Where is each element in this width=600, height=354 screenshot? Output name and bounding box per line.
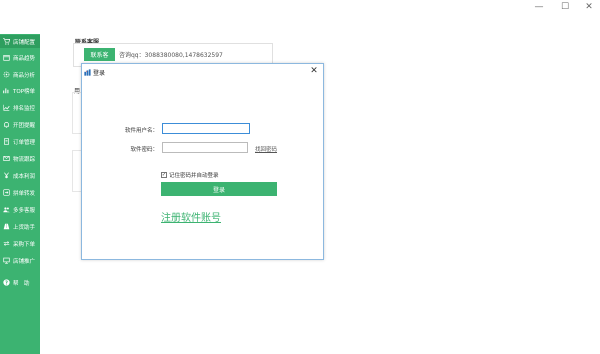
document-icon — [3, 138, 10, 145]
maximize-button[interactable]: ☐ — [552, 0, 578, 14]
sidebar-item-product-analysis[interactable]: 商品分析 — [0, 68, 40, 81]
sidebar-item-help[interactable]: ? 帮 助 — [0, 276, 40, 289]
sidebar-item-customer-service[interactable]: 多多客服 — [0, 203, 40, 216]
contact-button[interactable]: 联系客 — [84, 48, 115, 61]
gear-icon — [3, 71, 10, 78]
yen-icon — [3, 172, 10, 179]
users-icon — [3, 206, 10, 213]
sidebar-item-store-promotion[interactable]: 店铺推广 — [0, 254, 40, 267]
window-controls: — ☐ ✕ — [526, 0, 600, 14]
sidebar-item-forward[interactable]: 拼单转发 — [0, 186, 40, 199]
forgot-password-link[interactable]: 找回密码 — [255, 145, 277, 153]
password-label: 软件密码： — [130, 147, 158, 153]
sidebar-item-label: 店铺配置 — [13, 39, 36, 46]
monitor-icon — [3, 257, 10, 264]
sidebar-item-label: 物流跟踪 — [13, 156, 36, 163]
register-account-link[interactable]: 注册软件账号 — [161, 209, 221, 224]
sidebar-item-purchase-order[interactable]: 采购下单 — [0, 237, 40, 250]
sidebar-item-label: 多多客服 — [13, 207, 36, 214]
sidebar-item-label: 开团提醒 — [13, 122, 36, 129]
svg-text:?: ? — [5, 280, 8, 286]
sidebar-item-label: 帮 助 — [13, 280, 30, 287]
sidebar-item-group-reminder[interactable]: 开团提醒 — [0, 118, 40, 131]
sidebar-item-cost-profit[interactable]: 成本利润 — [0, 169, 40, 182]
password-input[interactable] — [162, 142, 248, 153]
sidebar-item-label: 店铺推广 — [13, 258, 36, 265]
dialog-titlebar: 登录 — [84, 66, 105, 78]
login-button[interactable]: 登录 — [161, 182, 277, 196]
help-icon: ? — [3, 279, 10, 286]
login-dialog: 登录 ✕ 软件用户名： 软件密码： 找回密码 ✓ 记住密码并自动登录 登录 注册… — [81, 63, 324, 260]
sidebar-item-listing-helper[interactable]: 上货助手 — [0, 220, 40, 233]
sidebar-item-label: 商品分析 — [13, 72, 36, 79]
dialog-close-button[interactable]: ✕ — [309, 65, 319, 76]
close-window-button[interactable]: ✕ — [578, 0, 600, 14]
forward-icon — [3, 189, 10, 196]
sidebar: 店铺配置 商品趋势 商品分析 TOP榜单 排名监控 开团提醒 订单管理 物流跟踪… — [0, 34, 40, 354]
bell-icon — [3, 121, 10, 128]
sidebar-item-label: 排名监控 — [13, 105, 36, 112]
dialog-title: 登录 — [93, 69, 106, 77]
remember-checkbox[interactable]: ✓ — [161, 172, 167, 178]
sidebar-item-order-management[interactable]: 订单管理 — [0, 135, 40, 148]
sidebar-item-top-list[interactable]: TOP榜单 — [0, 84, 40, 97]
contact-qq-text: 咨询qq：3088380080,1478632597 — [119, 52, 223, 59]
remember-row[interactable]: ✓ 记住密码并自动登录 — [161, 171, 219, 179]
sidebar-item-label: 上货助手 — [13, 224, 36, 231]
top-icon — [3, 87, 10, 94]
trend-icon — [3, 104, 10, 111]
sidebar-item-label: 商品趋势 — [13, 55, 36, 62]
mail-icon — [3, 155, 10, 162]
app-logo-icon — [84, 68, 91, 76]
exchange-icon — [3, 240, 10, 247]
package-icon — [3, 54, 10, 61]
sidebar-item-label: 成本利润 — [13, 173, 36, 180]
sidebar-item-label: TOP榜单 — [13, 88, 36, 95]
sidebar-item-label: 订单管理 — [13, 139, 36, 146]
sidebar-item-product-trend[interactable]: 商品趋势 — [0, 51, 40, 64]
sidebar-item-rank-monitor[interactable]: 排名监控 — [0, 101, 40, 114]
remember-label: 记住密码并自动登录 — [169, 173, 219, 179]
sidebar-item-logistics[interactable]: 物流跟踪 — [0, 152, 40, 165]
road-icon — [3, 223, 10, 230]
minimize-button[interactable]: — — [526, 0, 552, 14]
sidebar-item-label: 拼单转发 — [13, 190, 36, 197]
sidebar-item-label: 采购下单 — [13, 241, 36, 248]
cart-icon — [3, 38, 10, 45]
sidebar-item-store-config[interactable]: 店铺配置 — [0, 35, 40, 48]
username-input[interactable] — [162, 123, 250, 134]
username-label: 软件用户名： — [124, 128, 158, 134]
